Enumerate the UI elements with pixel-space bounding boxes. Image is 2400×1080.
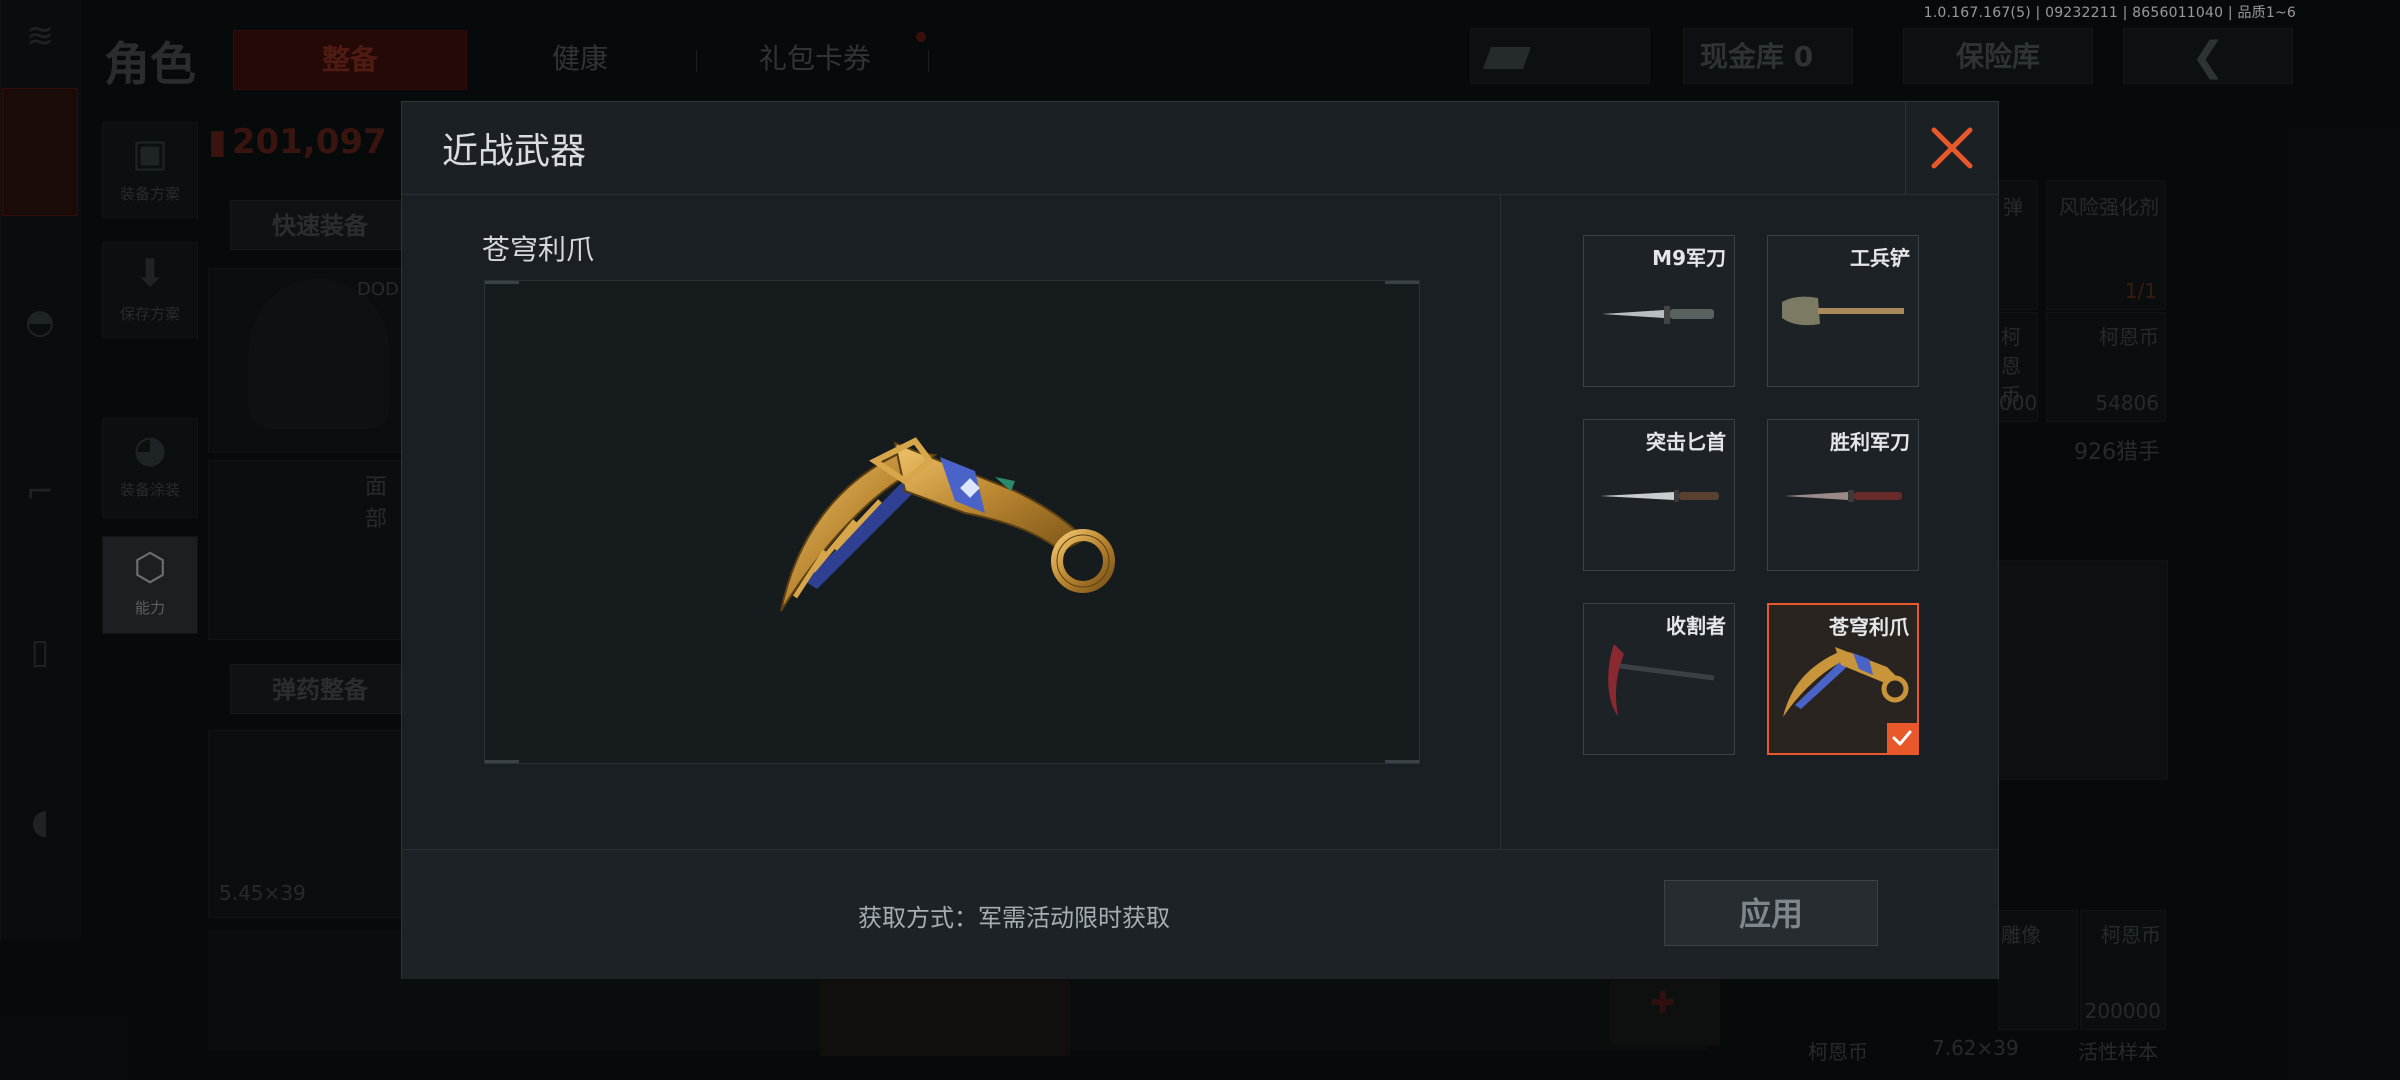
weapon-card-reaper[interactable]: 收割者: [1583, 603, 1735, 755]
modal-title: 近战武器: [442, 131, 587, 172]
panel-divider: [1500, 194, 1501, 849]
dagger-icon: [1600, 490, 1719, 502]
karambit-preview-image: [780, 437, 1115, 612]
sickle-icon: [1608, 644, 1715, 716]
close-icon: [1931, 127, 1973, 169]
shovel-icon: [1782, 296, 1904, 326]
apply-button[interactable]: 应用: [1664, 880, 1878, 946]
weapon-card-shovel[interactable]: 工兵铲: [1767, 235, 1919, 387]
close-button[interactable]: [1905, 102, 1999, 194]
weapon-preview[interactable]: [484, 280, 1420, 764]
weapon-card-victory-knife[interactable]: 胜利军刀: [1767, 419, 1919, 571]
weapon-card-sky-claw[interactable]: 苍穹利爪: [1767, 603, 1919, 755]
weapon-card-assault-dagger[interactable]: 突击匕首: [1583, 419, 1735, 571]
melee-weapon-modal: 近战武器 苍穹利爪 M9军刀 工兵铲 突击匕首 胜利军刀 收割者 苍穹利爪 获取…: [401, 101, 1999, 979]
modal-footer: 获取方式：军需活动限时获取 应用: [402, 849, 1998, 979]
combat-knife-icon: [1784, 490, 1902, 502]
selected-check-badge: [1887, 723, 1917, 753]
acquisition-method: 获取方式：军需活动限时获取: [858, 904, 1170, 932]
preview-weapon-name: 苍穹利爪: [482, 233, 595, 266]
bayonet-icon: [1602, 306, 1714, 324]
weapon-card-m9[interactable]: M9军刀: [1583, 235, 1735, 387]
checkmark-icon: [1892, 730, 1912, 746]
modal-header: 近战武器: [402, 102, 1998, 195]
